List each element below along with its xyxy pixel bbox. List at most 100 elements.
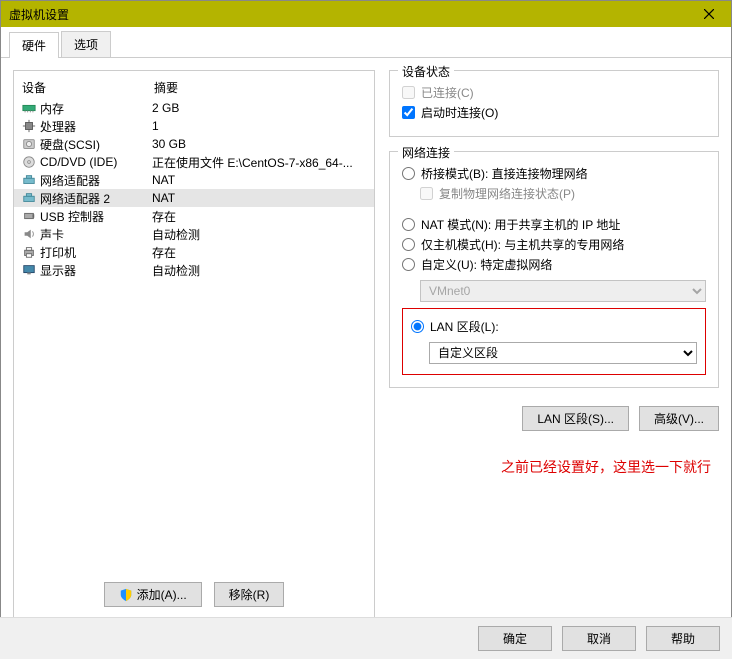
disk-icon (20, 137, 38, 151)
lan-radio-row[interactable]: LAN 区段(L): (411, 318, 697, 335)
add-button-label: 添加(A)... (137, 586, 187, 603)
device-row[interactable]: 硬盘(SCSI)30 GB (14, 135, 374, 153)
cancel-button[interactable]: 取消 (562, 626, 636, 651)
device-summary: 30 GB (152, 137, 368, 151)
device-row[interactable]: CD/DVD (IDE)正在使用文件 E:\CentOS-7-x86_64-..… (14, 153, 374, 171)
sound-icon (20, 227, 38, 241)
advanced-button[interactable]: 高级(V)... (639, 406, 719, 431)
col-device: 设备 (22, 79, 154, 96)
tab-label: 选项 (74, 38, 98, 52)
lan-segments-label: LAN 区段(S)... (537, 410, 614, 427)
close-button[interactable] (687, 1, 731, 27)
device-name: CD/DVD (IDE) (40, 155, 152, 169)
replicate-checkbox-row: 复制物理网络连接状态(P) (420, 185, 706, 202)
bridged-label: 桥接模式(B): 直接连接物理网络 (421, 165, 588, 182)
device-summary: 存在 (152, 244, 368, 261)
device-list-header: 设备 摘要 (14, 77, 374, 99)
net-icon (20, 173, 38, 187)
cd-icon (20, 155, 38, 169)
device-row[interactable]: USB 控制器存在 (14, 207, 374, 225)
connect-on-start-row[interactable]: 启动时连接(O) (402, 104, 706, 121)
replicate-checkbox (420, 187, 433, 200)
connected-checkbox (402, 86, 415, 99)
title-bar: 虚拟机设置 (1, 1, 731, 27)
device-name: 网络适配器 (40, 172, 152, 189)
device-row[interactable]: 处理器1 (14, 117, 374, 135)
nat-radio[interactable] (402, 218, 415, 231)
device-summary: NAT (152, 173, 368, 187)
device-summary: 正在使用文件 E:\CentOS-7-x86_64-... (152, 154, 368, 171)
device-name: 硬盘(SCSI) (40, 136, 152, 153)
device-row[interactable]: 声卡自动检测 (14, 225, 374, 243)
help-button[interactable]: 帮助 (646, 626, 720, 651)
usb-icon (20, 209, 38, 223)
hostonly-radio[interactable] (402, 238, 415, 251)
device-status-group: 设备状态 已连接(C) 启动时连接(O) (389, 70, 719, 137)
tab-label: 硬件 (22, 39, 46, 53)
tab-hardware[interactable]: 硬件 (9, 32, 59, 58)
lan-label: LAN 区段(L): (430, 318, 499, 335)
device-name: 处理器 (40, 118, 152, 135)
tab-options[interactable]: 选项 (61, 31, 111, 57)
advanced-label: 高级(V)... (654, 410, 704, 427)
device-name: 打印机 (40, 244, 152, 261)
device-row[interactable]: 内存2 GB (14, 99, 374, 117)
device-list-pane: 设备 摘要 内存2 GB处理器1硬盘(SCSI)30 GBCD/DVD (IDE… (13, 70, 375, 622)
remove-button-label: 移除(R) (229, 586, 270, 603)
connect-on-start-label: 启动时连接(O) (421, 104, 498, 121)
net-icon (20, 191, 38, 205)
device-summary: 2 GB (152, 101, 368, 115)
cpu-icon (20, 119, 38, 133)
connected-label: 已连接(C) (421, 84, 474, 101)
shield-icon (119, 588, 133, 602)
device-row[interactable]: 打印机存在 (14, 243, 374, 261)
device-summary: 自动检测 (152, 262, 368, 279)
ok-label: 确定 (503, 630, 527, 647)
help-label: 帮助 (671, 630, 695, 647)
hostonly-radio-row[interactable]: 仅主机模式(H): 与主机共享的专用网络 (402, 236, 706, 253)
display-icon (20, 263, 38, 277)
add-button[interactable]: 添加(A)... (104, 582, 202, 607)
ok-button[interactable]: 确定 (478, 626, 552, 651)
replicate-label: 复制物理网络连接状态(P) (439, 185, 575, 202)
tab-bar: 硬件 选项 (1, 27, 731, 58)
bridged-radio[interactable] (402, 167, 415, 180)
group-title: 设备状态 (398, 63, 454, 80)
group-title: 网络连接 (398, 144, 454, 161)
device-list[interactable]: 内存2 GB处理器1硬盘(SCSI)30 GBCD/DVD (IDE)正在使用文… (14, 99, 374, 574)
dialog-footer: 确定 取消 帮助 (0, 617, 732, 659)
lan-segments-button[interactable]: LAN 区段(S)... (522, 406, 629, 431)
custom-label: 自定义(U): 特定虚拟网络 (421, 256, 552, 273)
device-row[interactable]: 显示器自动检测 (14, 261, 374, 279)
printer-icon (20, 245, 38, 259)
remove-button[interactable]: 移除(R) (214, 582, 285, 607)
connected-checkbox-row: 已连接(C) (402, 84, 706, 101)
nat-label: NAT 模式(N): 用于共享主机的 IP 地址 (421, 216, 620, 233)
device-name: 显示器 (40, 262, 152, 279)
lan-radio[interactable] (411, 320, 424, 333)
connect-on-start-checkbox[interactable] (402, 106, 415, 119)
custom-radio[interactable] (402, 258, 415, 271)
device-summary: 自动检测 (152, 226, 368, 243)
col-summary: 摘要 (154, 79, 366, 96)
window-title: 虚拟机设置 (9, 6, 69, 23)
device-row[interactable]: 网络适配器NAT (14, 171, 374, 189)
annotation-text: 之前已经设置好，这里选一下就行 (389, 445, 719, 477)
memory-icon (20, 101, 38, 115)
custom-radio-row[interactable]: 自定义(U): 特定虚拟网络 (402, 256, 706, 273)
nat-radio-row[interactable]: NAT 模式(N): 用于共享主机的 IP 地址 (402, 216, 706, 233)
device-summary: 存在 (152, 208, 368, 225)
device-summary: 1 (152, 119, 368, 133)
cancel-label: 取消 (587, 630, 611, 647)
lan-segment-combo[interactable]: 自定义区段 (429, 342, 697, 364)
device-name: 声卡 (40, 226, 152, 243)
network-connection-group: 网络连接 桥接模式(B): 直接连接物理网络 复制物理网络连接状态(P) NAT… (389, 151, 719, 388)
device-summary: NAT (152, 191, 368, 205)
lan-highlight-box: LAN 区段(L): 自定义区段 (402, 308, 706, 375)
bridged-radio-row[interactable]: 桥接模式(B): 直接连接物理网络 (402, 165, 706, 182)
close-icon (704, 9, 714, 19)
device-row[interactable]: 网络适配器 2NAT (14, 189, 374, 207)
device-name: 内存 (40, 100, 152, 117)
vmnet-combo: VMnet0 (420, 280, 706, 302)
hostonly-label: 仅主机模式(H): 与主机共享的专用网络 (421, 236, 624, 253)
